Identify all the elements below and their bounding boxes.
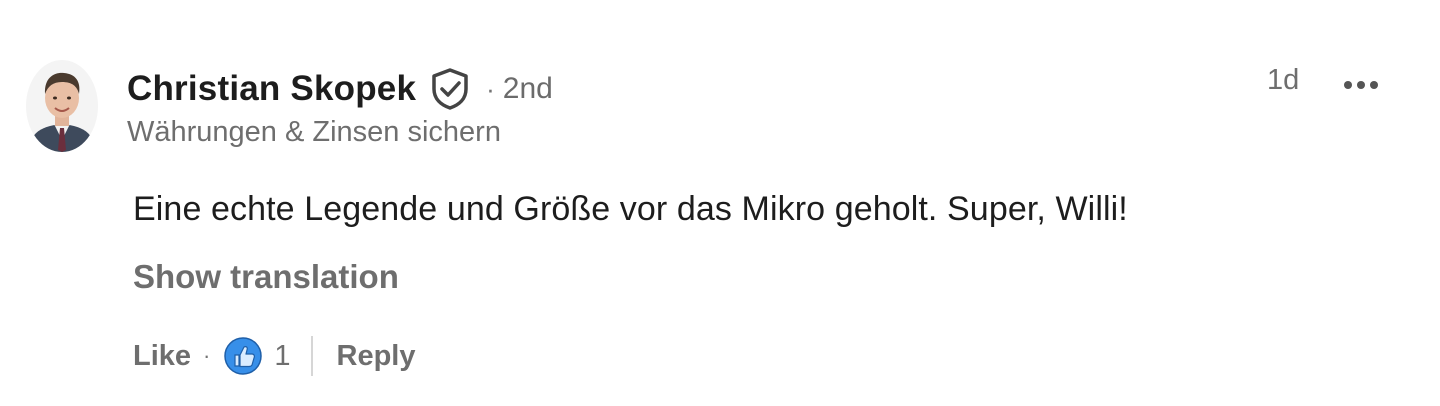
reply-button[interactable]: Reply bbox=[337, 340, 416, 373]
profile-photo-icon bbox=[26, 60, 98, 152]
author-name[interactable]: Christian Skopek bbox=[127, 69, 416, 109]
comment-actions: Like · 1 Reply bbox=[133, 333, 415, 379]
show-translation-link[interactable]: Show translation bbox=[133, 258, 399, 296]
connection-degree: 2nd bbox=[502, 72, 553, 105]
more-options-icon[interactable] bbox=[1334, 68, 1388, 102]
action-separator: · bbox=[203, 343, 211, 368]
like-reaction-icon[interactable] bbox=[224, 337, 263, 375]
author-headline: Währungen & Zinsen sichern bbox=[127, 116, 501, 148]
comment-card: Christian Skopek · 2nd Währungen & Zinse… bbox=[0, 0, 1440, 406]
timestamp: 1d bbox=[1267, 64, 1300, 96]
action-divider bbox=[310, 336, 313, 376]
author-line: Christian Skopek · 2nd bbox=[127, 64, 553, 114]
avatar[interactable] bbox=[26, 60, 98, 152]
more-dot bbox=[1344, 81, 1352, 89]
degree-separator: · bbox=[486, 73, 495, 104]
verified-shield-icon bbox=[430, 67, 470, 111]
like-button[interactable]: Like bbox=[133, 340, 191, 373]
reaction-count[interactable]: 1 bbox=[274, 340, 290, 373]
more-dot bbox=[1357, 81, 1365, 89]
more-dot bbox=[1370, 81, 1378, 89]
comment-text: Eine echte Legende und Größe vor das Mik… bbox=[133, 190, 1128, 228]
